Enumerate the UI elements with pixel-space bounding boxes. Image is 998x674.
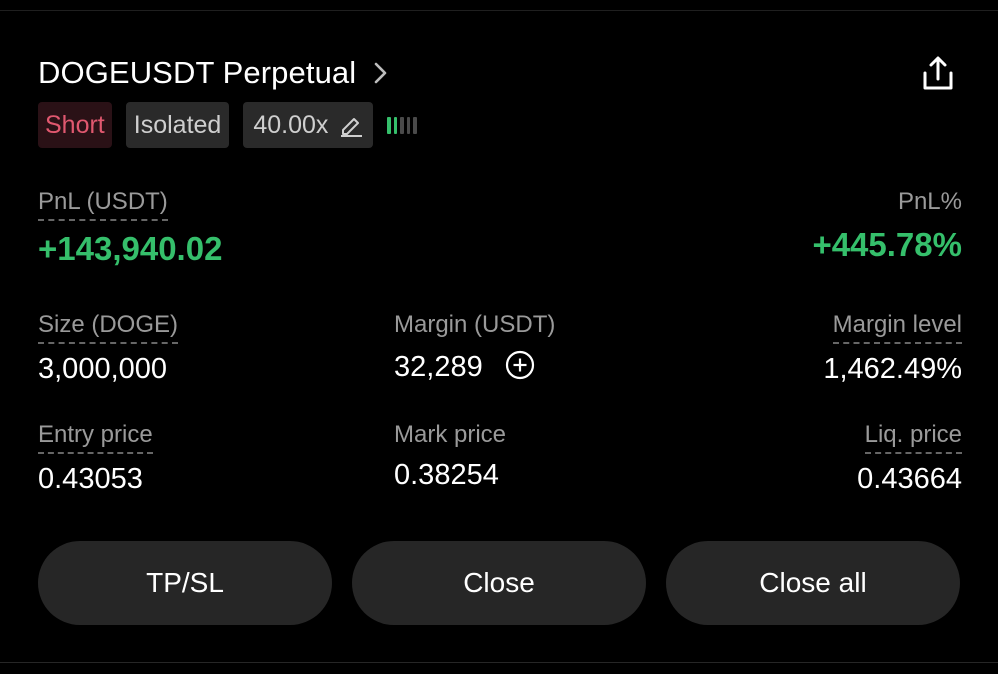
- adl-indicator: [387, 102, 417, 148]
- share-icon[interactable]: [918, 52, 958, 94]
- liq-price-value: 0.43664: [857, 463, 962, 495]
- size-value: 3,000,000: [38, 353, 168, 385]
- tpsl-button-label: TP/SL: [146, 567, 224, 598]
- entry-price-label[interactable]: Entry price: [38, 421, 153, 454]
- liq-price-label[interactable]: Liq. price: [864, 421, 962, 454]
- close-button-label: Close: [463, 567, 535, 598]
- position-tags: Short Isolated 40.00x: [38, 102, 417, 148]
- position-card: DOGEUSDT Perpetual Short Isolated 40.00x: [38, 0, 962, 674]
- size-label[interactable]: Size (DOGE): [38, 311, 179, 344]
- margin-label: Margin (USDT): [394, 311, 556, 338]
- margin-value-row: 32,289: [394, 350, 535, 384]
- adl-bar: [387, 116, 391, 134]
- margin-value: 32,289: [394, 351, 483, 383]
- position-title[interactable]: DOGEUSDT Perpetual: [38, 55, 356, 91]
- position-header[interactable]: DOGEUSDT Perpetual: [38, 52, 388, 94]
- margin-level-value: 1,462.49%: [823, 353, 962, 385]
- tpsl-button[interactable]: TP/SL: [38, 541, 332, 625]
- adl-bar: [393, 116, 398, 134]
- close-button[interactable]: Close: [352, 541, 646, 625]
- pnl-label[interactable]: PnL (USDT): [38, 188, 168, 221]
- mark-price-label: Mark price: [394, 421, 507, 448]
- pnl-value: +143,940.02: [38, 230, 223, 267]
- entry-price-value: 0.43053: [38, 463, 143, 495]
- chevron-right-icon[interactable]: [374, 60, 388, 86]
- leverage-button[interactable]: 40.00x: [243, 102, 374, 148]
- margin-mode-label: Isolated: [133, 111, 222, 139]
- leverage-label: 40.00x: [253, 111, 329, 139]
- adl-bar: [406, 116, 411, 134]
- bottom-divider: [0, 662, 998, 663]
- pencil-icon: [341, 118, 363, 137]
- close-all-button-label: Close all: [759, 567, 867, 598]
- adl-bar: [413, 116, 417, 134]
- mark-price-value: 0.38254: [394, 459, 499, 491]
- pnl-pct-value: +445.78%: [812, 226, 962, 263]
- close-all-button[interactable]: Close all: [666, 541, 960, 625]
- pnl-pct-label: PnL%: [897, 188, 962, 215]
- side-label: Short: [45, 111, 105, 139]
- plus-circle-icon[interactable]: [505, 350, 535, 380]
- side-badge: Short: [38, 102, 112, 148]
- margin-level-label[interactable]: Margin level: [832, 311, 962, 344]
- adl-bar: [400, 116, 404, 134]
- margin-mode-badge: Isolated: [125, 102, 230, 148]
